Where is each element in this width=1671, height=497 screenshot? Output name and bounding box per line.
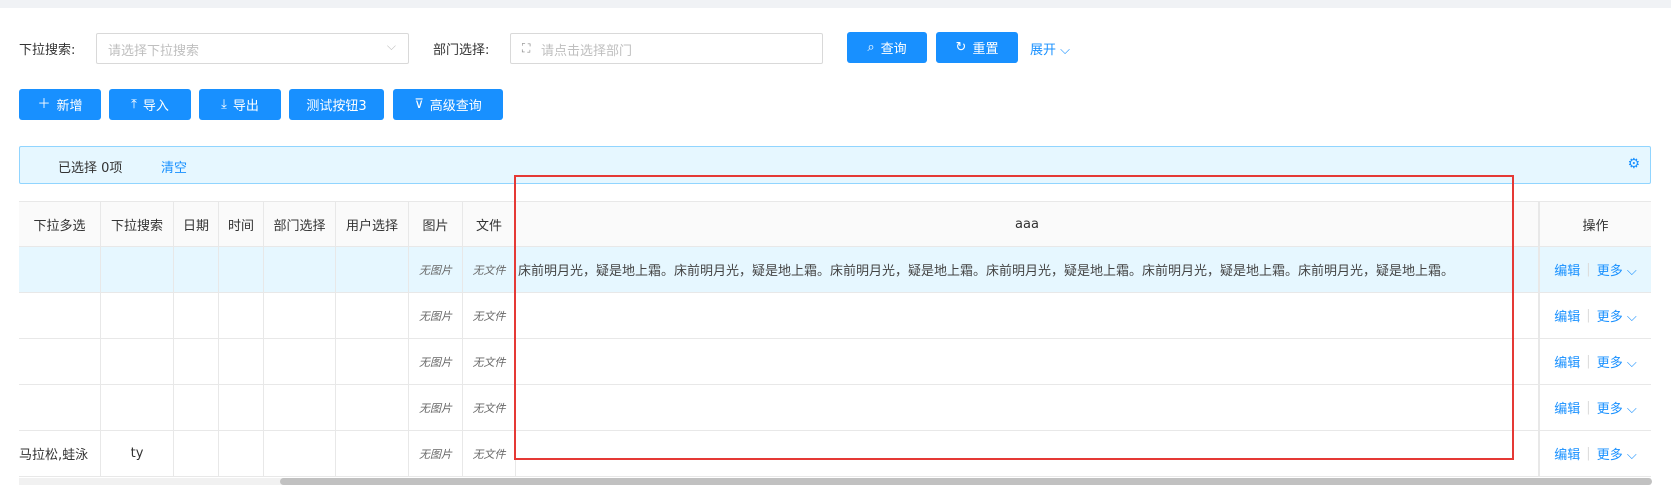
cluster-icon: ⛶ <box>522 41 531 55</box>
test-button-label: 测试按钮3 <box>306 99 367 114</box>
divider: | <box>1586 308 1591 323</box>
chevron-down-icon: ⌵ <box>1626 356 1637 371</box>
advanced-query-label: 高级查询 <box>429 99 482 114</box>
horizontal-scrollbar[interactable] <box>19 478 1652 485</box>
dept-select-label: 部门选择: <box>433 43 490 58</box>
dropdown-search-select[interactable]: 请选择下拉搜索 ⌵ <box>96 33 409 64</box>
divider: | <box>1586 262 1591 277</box>
plus-icon: ＋ <box>37 97 51 112</box>
no-image-text: 无图片 <box>409 339 463 384</box>
query-button-label: 查询 <box>880 42 907 57</box>
col-header-multi-select: 下拉多选 <box>19 202 101 246</box>
divider: | <box>1586 354 1591 369</box>
col-header-actions: 操作 <box>1539 202 1651 246</box>
dropdown-search-placeholder: 请选择下拉搜索 <box>108 44 200 59</box>
row-actions: 编辑 | 更多 ⌵ <box>1539 339 1651 384</box>
no-image-text: 无图片 <box>409 293 463 338</box>
no-file-text: 无文件 <box>463 431 516 476</box>
more-dropdown[interactable]: 更多 ⌵ <box>1597 398 1637 417</box>
edit-link[interactable]: 编辑 <box>1554 306 1580 325</box>
row-actions: 编辑 | 更多 ⌵ <box>1539 293 1651 338</box>
clear-selection-link[interactable]: 清空 <box>161 157 187 176</box>
col-header-user: 用户选择 <box>336 202 409 246</box>
scroll-thumb[interactable] <box>280 478 1652 485</box>
filter-icon: ⊽ <box>414 97 424 112</box>
more-label: 更多 <box>1596 402 1623 417</box>
col-header-date: 日期 <box>174 202 219 246</box>
col-header-file: 文件 <box>463 202 516 246</box>
reset-button[interactable]: ↻ 重置 <box>936 32 1018 63</box>
expand-link[interactable]: 展开 ⌵ <box>1030 39 1070 58</box>
col-header-department: 部门选择 <box>264 202 336 246</box>
import-button[interactable]: ⤒ 导入 <box>109 89 191 120</box>
chevron-down-icon: ⌵ <box>1626 310 1637 325</box>
import-button-label: 导入 <box>142 99 169 114</box>
row-actions: 编辑 | 更多 ⌵ <box>1539 247 1651 292</box>
edit-link[interactable]: 编辑 <box>1554 398 1580 417</box>
chevron-down-icon: ⌵ <box>1060 43 1071 58</box>
expand-link-label: 展开 <box>1030 43 1057 58</box>
col-header-time: 时间 <box>219 202 264 246</box>
more-dropdown[interactable]: 更多 ⌵ <box>1597 352 1637 371</box>
no-file-text: 无文件 <box>463 385 516 430</box>
more-label: 更多 <box>1596 310 1623 325</box>
more-label: 更多 <box>1596 264 1623 279</box>
col-header-image: 图片 <box>409 202 463 246</box>
no-file-text: 无文件 <box>463 247 516 292</box>
chevron-down-icon: ⌵ <box>386 39 396 53</box>
col-header-dropdown-search: 下拉搜索 <box>101 202 174 246</box>
upload-icon: ⤒ <box>131 97 137 112</box>
search-icon: ⌕ <box>867 40 875 55</box>
test-button-3[interactable]: 测试按钮3 <box>289 89 384 120</box>
top-strip <box>0 0 1671 8</box>
export-button[interactable]: ⤓ 导出 <box>199 89 281 120</box>
reload-icon: ↻ <box>955 40 967 55</box>
reset-button-label: 重置 <box>972 42 999 57</box>
add-button[interactable]: ＋ 新增 <box>19 89 101 120</box>
chevron-down-icon: ⌵ <box>1626 264 1637 279</box>
chevron-down-icon: ⌵ <box>1626 402 1637 417</box>
chevron-down-icon: ⌵ <box>1626 448 1637 463</box>
dropdown-search-cell: ty <box>101 431 174 476</box>
no-image-text: 无图片 <box>409 431 463 476</box>
no-image-text: 无图片 <box>409 385 463 430</box>
divider: | <box>1586 446 1591 461</box>
dropdown-search-label: 下拉搜索: <box>19 43 76 58</box>
more-dropdown[interactable]: 更多 ⌵ <box>1597 260 1637 279</box>
more-dropdown[interactable]: 更多 ⌵ <box>1597 306 1637 325</box>
more-dropdown[interactable]: 更多 ⌵ <box>1597 444 1637 463</box>
multi-select-cell: 马拉松,蛙泳 <box>19 431 101 476</box>
more-label: 更多 <box>1596 448 1623 463</box>
row-actions: 编辑 | 更多 ⌵ <box>1539 385 1651 430</box>
export-button-label: 导出 <box>232 99 259 114</box>
selection-count: 已选择 0项 <box>58 161 123 176</box>
query-button[interactable]: ⌕ 查询 <box>847 32 927 63</box>
no-file-text: 无文件 <box>463 339 516 384</box>
download-icon: ⤓ <box>221 97 227 112</box>
edit-link[interactable]: 编辑 <box>1554 444 1580 463</box>
no-image-text: 无图片 <box>409 247 463 292</box>
advanced-query-button[interactable]: ⊽ 高级查询 <box>393 89 503 120</box>
row-actions: 编辑 | 更多 ⌵ <box>1539 431 1651 476</box>
annotation-highlight-box <box>514 175 1514 460</box>
dept-select-input[interactable]: ⛶ 请点击选择部门 <box>510 33 823 64</box>
edit-link[interactable]: 编辑 <box>1554 352 1580 371</box>
add-button-label: 新增 <box>56 99 83 114</box>
gear-icon[interactable]: ⚙ <box>1627 156 1640 172</box>
dept-select-placeholder: 请点击选择部门 <box>541 44 633 59</box>
divider: | <box>1586 400 1591 415</box>
no-file-text: 无文件 <box>463 293 516 338</box>
more-label: 更多 <box>1596 356 1623 371</box>
edit-link[interactable]: 编辑 <box>1554 260 1580 279</box>
